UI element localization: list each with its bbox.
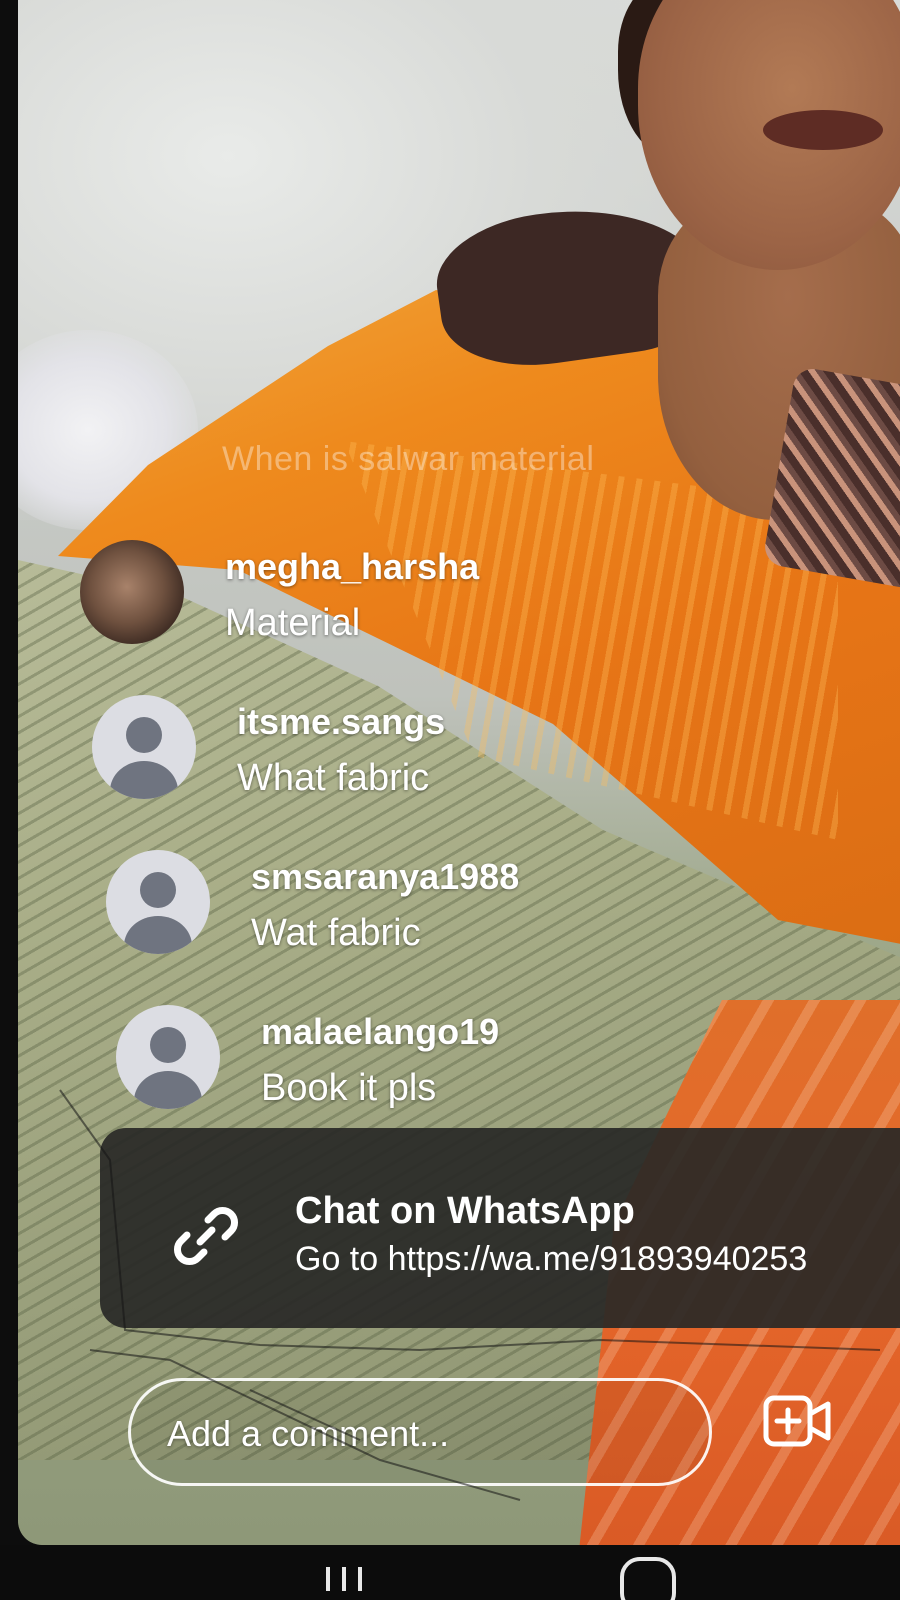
video-add-icon[interactable] bbox=[762, 1392, 834, 1452]
default-user-icon[interactable] bbox=[92, 695, 196, 799]
system-nav-bar bbox=[0, 1545, 900, 1600]
whatsapp-link-banner[interactable]: Chat on WhatsApp Go to https://wa.me/918… bbox=[100, 1128, 900, 1328]
recent-apps-icon[interactable] bbox=[322, 1561, 366, 1591]
presenter-mouth bbox=[763, 110, 883, 150]
comment-text: Wat fabric bbox=[251, 912, 421, 954]
comment-username[interactable]: smsaranya1988 bbox=[251, 856, 519, 898]
default-user-icon[interactable] bbox=[116, 1005, 220, 1109]
phone-screen: When is salwar material megha_harsha Mat… bbox=[0, 0, 900, 1600]
comment-input[interactable]: Add a comment... bbox=[128, 1378, 712, 1486]
comment-username[interactable]: megha_harsha bbox=[225, 546, 479, 588]
banner-subtitle: Go to https://wa.me/91893940253 bbox=[295, 1240, 808, 1278]
home-icon[interactable] bbox=[620, 1557, 676, 1600]
fading-comment: When is salwar material bbox=[222, 440, 595, 478]
default-user-icon[interactable] bbox=[106, 850, 210, 954]
avatar[interactable] bbox=[80, 540, 184, 644]
comment-username[interactable]: malaelango19 bbox=[261, 1011, 499, 1053]
comment-placeholder: Add a comment... bbox=[167, 1413, 450, 1454]
banner-title: Chat on WhatsApp bbox=[295, 1190, 635, 1232]
comment-text: What fabric bbox=[237, 757, 430, 799]
comment-text: Book it pls bbox=[261, 1067, 437, 1109]
comment-item: itsme.sangs What fabric bbox=[92, 695, 872, 850]
comment-item: smsaranya1988 Wat fabric bbox=[106, 850, 886, 1005]
comment-username[interactable]: itsme.sangs bbox=[237, 701, 445, 743]
comment-item: megha_harsha Material bbox=[80, 540, 860, 695]
comment-text: Material bbox=[225, 602, 361, 644]
link-icon bbox=[174, 1207, 238, 1265]
comment-list: megha_harsha Material itsme.sangs What f… bbox=[80, 540, 860, 1160]
